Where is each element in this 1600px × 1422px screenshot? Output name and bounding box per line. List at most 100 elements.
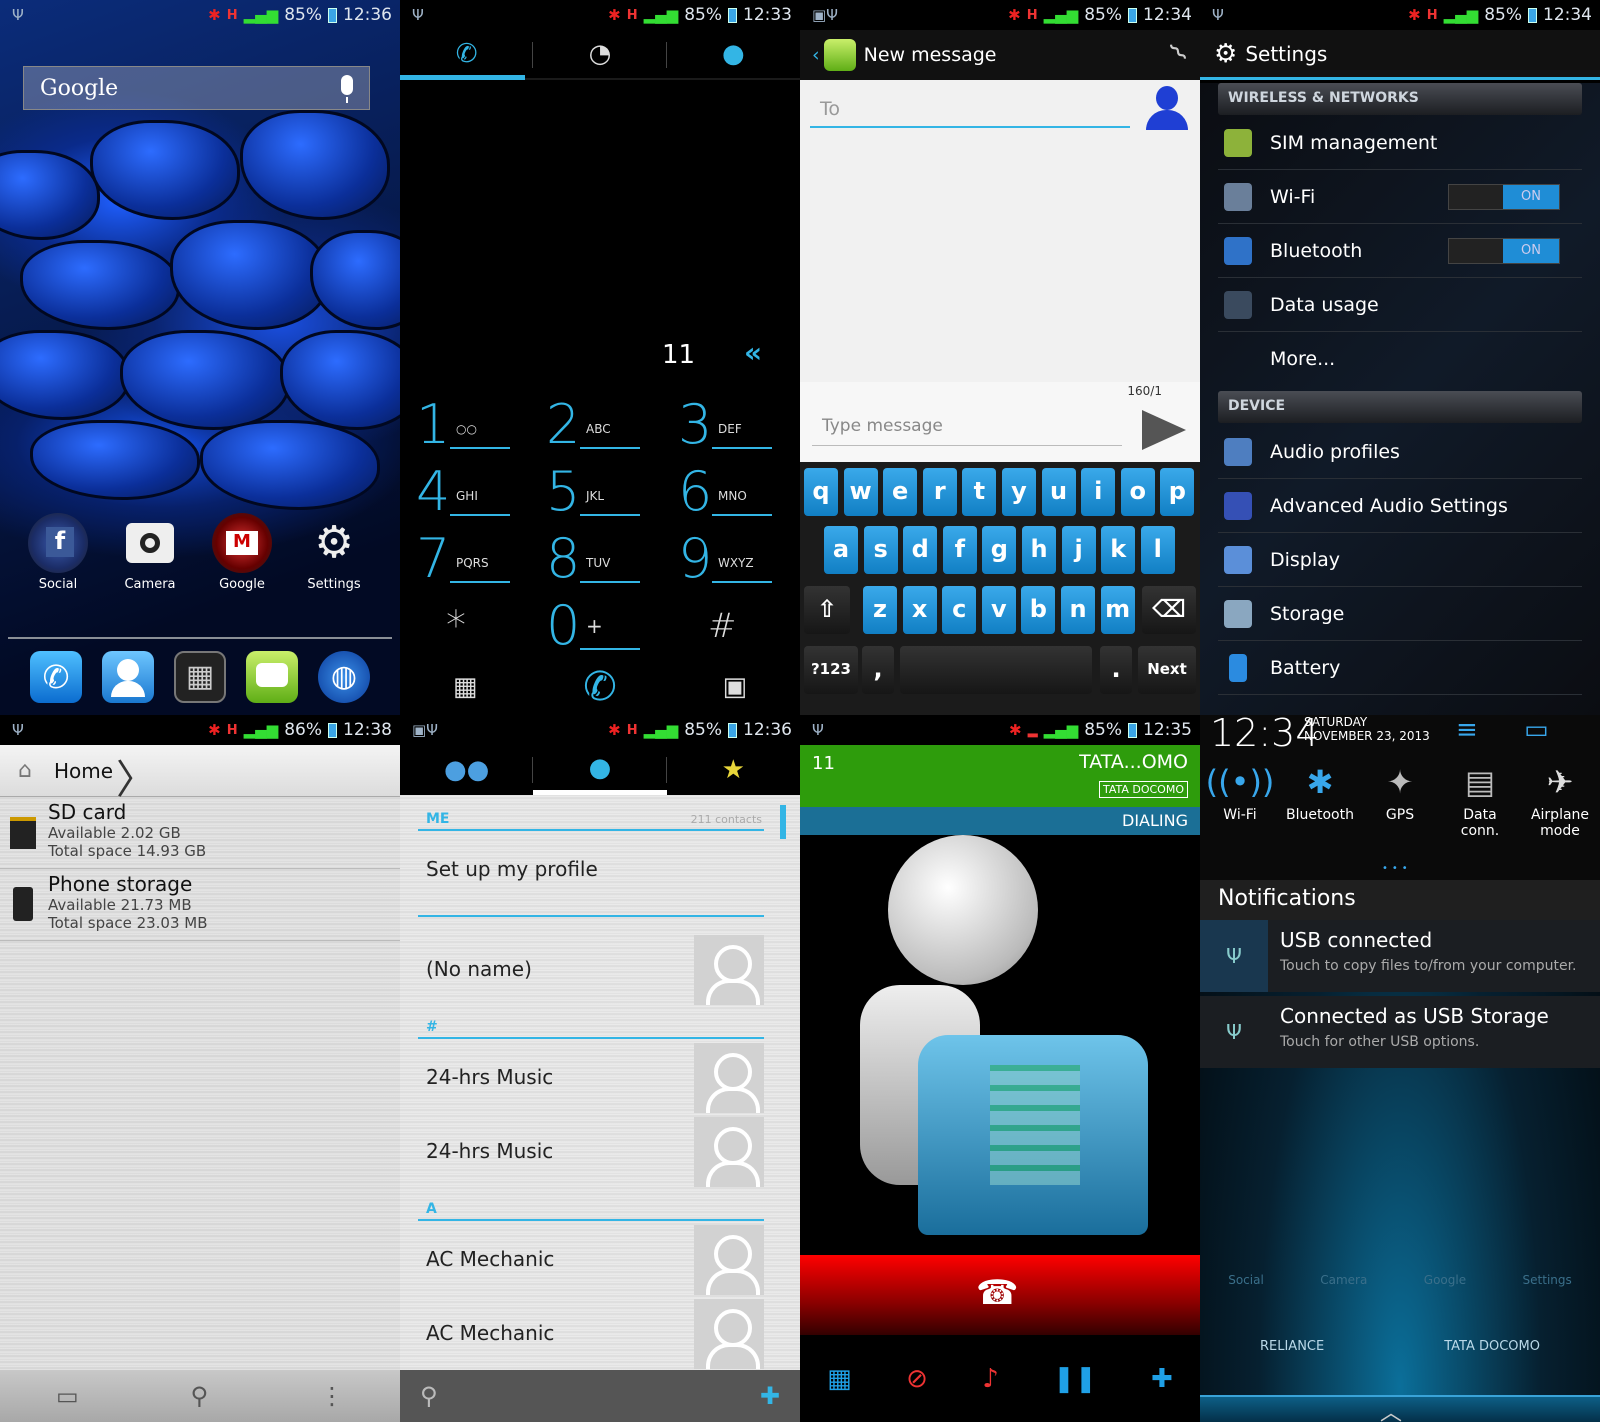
- list-item-phone-storage[interactable]: Phone storage Available 21.73 MB Total s…: [0, 869, 400, 941]
- quick-toggle-airplane[interactable]: ✈ Airplane mode: [1520, 763, 1600, 839]
- google-search-bar[interactable]: Google: [23, 66, 370, 110]
- notification-usb-storage[interactable]: Ψ Connected as USB Storage Touch for oth…: [1200, 996, 1600, 1068]
- add-contact-icon[interactable]: ▣: [723, 672, 748, 702]
- dial-key-3[interactable]: 3 DEF: [662, 395, 782, 455]
- comma-key[interactable]: ,: [862, 646, 894, 694]
- add-contact-icon[interactable]: ✚: [760, 1382, 780, 1410]
- wifi-toggle[interactable]: ON: [1448, 184, 1560, 210]
- settings-sliders-icon[interactable]: ≡: [1456, 715, 1478, 745]
- key-h[interactable]: h: [1022, 526, 1056, 574]
- key-s[interactable]: s: [863, 526, 898, 574]
- contact-row[interactable]: 24-hrs Music: [418, 1117, 764, 1189]
- key-w[interactable]: w: [843, 468, 878, 516]
- dial-key-0[interactable]: 0 +: [530, 596, 650, 656]
- key-f[interactable]: f: [942, 526, 977, 574]
- key-p[interactable]: p: [1160, 468, 1195, 516]
- setting-wifi[interactable]: Wi-Fi ON: [1218, 170, 1582, 224]
- key-i[interactable]: i: [1081, 468, 1116, 516]
- next-key[interactable]: Next: [1138, 646, 1196, 694]
- camera-icon[interactable]: [120, 513, 180, 573]
- key-c[interactable]: c: [942, 586, 977, 634]
- breadcrumb[interactable]: ⌂ Home 〉: [0, 745, 400, 803]
- key-e[interactable]: e: [883, 468, 918, 516]
- recent-apps-icon[interactable]: ▭: [1524, 715, 1549, 745]
- dial-key-1[interactable]: 1 ○○: [400, 395, 520, 455]
- quick-toggle-bluetooth[interactable]: ✱ Bluetooth: [1284, 763, 1356, 823]
- tab-favorites[interactable]: ★: [667, 745, 800, 795]
- sim-tata-docomo[interactable]: TATA DOCOMO: [1444, 1339, 1540, 1369]
- key-x[interactable]: x: [902, 586, 937, 634]
- contacts-icon[interactable]: [102, 651, 154, 703]
- overflow-menu-icon[interactable]: ⋮: [320, 1382, 344, 1410]
- keypad-icon[interactable]: ▦: [827, 1364, 852, 1394]
- setting-advanced-audio[interactable]: Advanced Audio Settings: [1218, 479, 1582, 533]
- contact-row-noname[interactable]: (No name): [418, 935, 764, 1007]
- to-field[interactable]: To: [810, 94, 1130, 128]
- key-j[interactable]: j: [1061, 526, 1096, 574]
- dial-key-5[interactable]: 5 JKL: [530, 462, 650, 522]
- sim-reliance[interactable]: RELIANCE: [1260, 1339, 1324, 1369]
- key-v[interactable]: v: [981, 586, 1016, 634]
- quick-toggle-data[interactable]: ▤ Data conn.: [1444, 763, 1516, 839]
- quick-toggle-gps[interactable]: ✦ GPS: [1364, 763, 1436, 823]
- shift-key[interactable]: ⇧: [804, 586, 850, 634]
- tab-phone[interactable]: ✆: [400, 30, 534, 80]
- key-y[interactable]: y: [1002, 468, 1036, 516]
- tab-all-contacts[interactable]: ●: [533, 745, 667, 795]
- app-drawer-icon[interactable]: ▦: [174, 651, 226, 703]
- space-key[interactable]: [900, 646, 1092, 694]
- quick-toggle-wifi[interactable]: ((•)) Wi-Fi: [1204, 763, 1276, 823]
- setting-battery[interactable]: Battery: [1218, 641, 1582, 695]
- end-call-button[interactable]: ☎: [800, 1255, 1200, 1335]
- setting-display[interactable]: Display: [1218, 533, 1582, 587]
- backspace-key[interactable]: ⌫: [1142, 586, 1196, 634]
- key-r[interactable]: r: [922, 468, 957, 516]
- key-k[interactable]: k: [1101, 526, 1136, 574]
- social-folder-icon[interactable]: f: [28, 513, 88, 573]
- dial-key-hash[interactable]: #: [692, 596, 800, 656]
- dial-key-8[interactable]: 8 TUV: [530, 529, 650, 589]
- shade-handle[interactable]: ︿: [1200, 1395, 1600, 1422]
- symbols-key[interactable]: ?123: [804, 646, 858, 694]
- dial-key-6[interactable]: 6 MNO: [662, 462, 782, 522]
- speaker-mute-icon[interactable]: ⊘: [906, 1364, 928, 1394]
- key-n[interactable]: n: [1061, 586, 1095, 634]
- notification-usb-connected[interactable]: Ψ USB connected Touch to copy files to/f…: [1200, 920, 1600, 992]
- dial-key-9[interactable]: 9 WXYZ: [662, 529, 782, 589]
- hold-icon[interactable]: ❚❚: [1053, 1364, 1097, 1394]
- bluetooth-toggle[interactable]: ON: [1448, 238, 1560, 264]
- dial-key-2[interactable]: 2 ABC: [530, 395, 650, 455]
- period-key[interactable]: .: [1100, 646, 1132, 694]
- key-t[interactable]: t: [962, 468, 997, 516]
- key-m[interactable]: m: [1100, 586, 1135, 634]
- key-b[interactable]: b: [1021, 586, 1056, 634]
- key-d[interactable]: d: [903, 526, 938, 574]
- add-call-icon[interactable]: ✚: [1151, 1364, 1173, 1394]
- add-recipient-person-icon[interactable]: [1146, 86, 1188, 130]
- new-folder-icon[interactable]: ▭: [56, 1382, 79, 1410]
- contact-row[interactable]: AC Mechanic: [418, 1299, 764, 1371]
- tab-groups[interactable]: ●●: [400, 745, 534, 795]
- list-item-sd-card[interactable]: SD card Available 2.02 GB Total space 14…: [0, 797, 400, 869]
- messaging-icon[interactable]: [246, 651, 298, 703]
- backspace-icon[interactable]: «: [744, 336, 762, 369]
- dial-key-7[interactable]: 7 PQRS: [400, 529, 520, 589]
- key-g[interactable]: g: [982, 526, 1017, 574]
- call-button-icon[interactable]: ✆: [583, 664, 617, 710]
- setting-bluetooth[interactable]: Bluetooth ON: [1218, 224, 1582, 278]
- key-o[interactable]: o: [1120, 468, 1155, 516]
- key-u[interactable]: u: [1041, 468, 1076, 516]
- type-message-field[interactable]: Type message: [812, 410, 1122, 446]
- settings-gear-icon[interactable]: ⚙: [304, 513, 364, 573]
- setting-audio-profiles[interactable]: Audio profiles: [1218, 425, 1582, 479]
- contact-row[interactable]: AC Mechanic: [418, 1225, 764, 1297]
- key-z[interactable]: z: [863, 586, 897, 634]
- browser-globe-icon[interactable]: ◍: [318, 651, 370, 703]
- mic-mute-icon[interactable]: ♪: [982, 1364, 999, 1394]
- attach-paperclip-icon[interactable]: ⌇: [1165, 38, 1195, 68]
- search-icon[interactable]: ⚲: [420, 1382, 438, 1410]
- search-icon[interactable]: ⚲: [191, 1382, 209, 1410]
- dial-key-4[interactable]: 4 GHI: [400, 462, 520, 522]
- keypad-icon[interactable]: ▦: [453, 672, 478, 702]
- microphone-icon[interactable]: [341, 75, 353, 103]
